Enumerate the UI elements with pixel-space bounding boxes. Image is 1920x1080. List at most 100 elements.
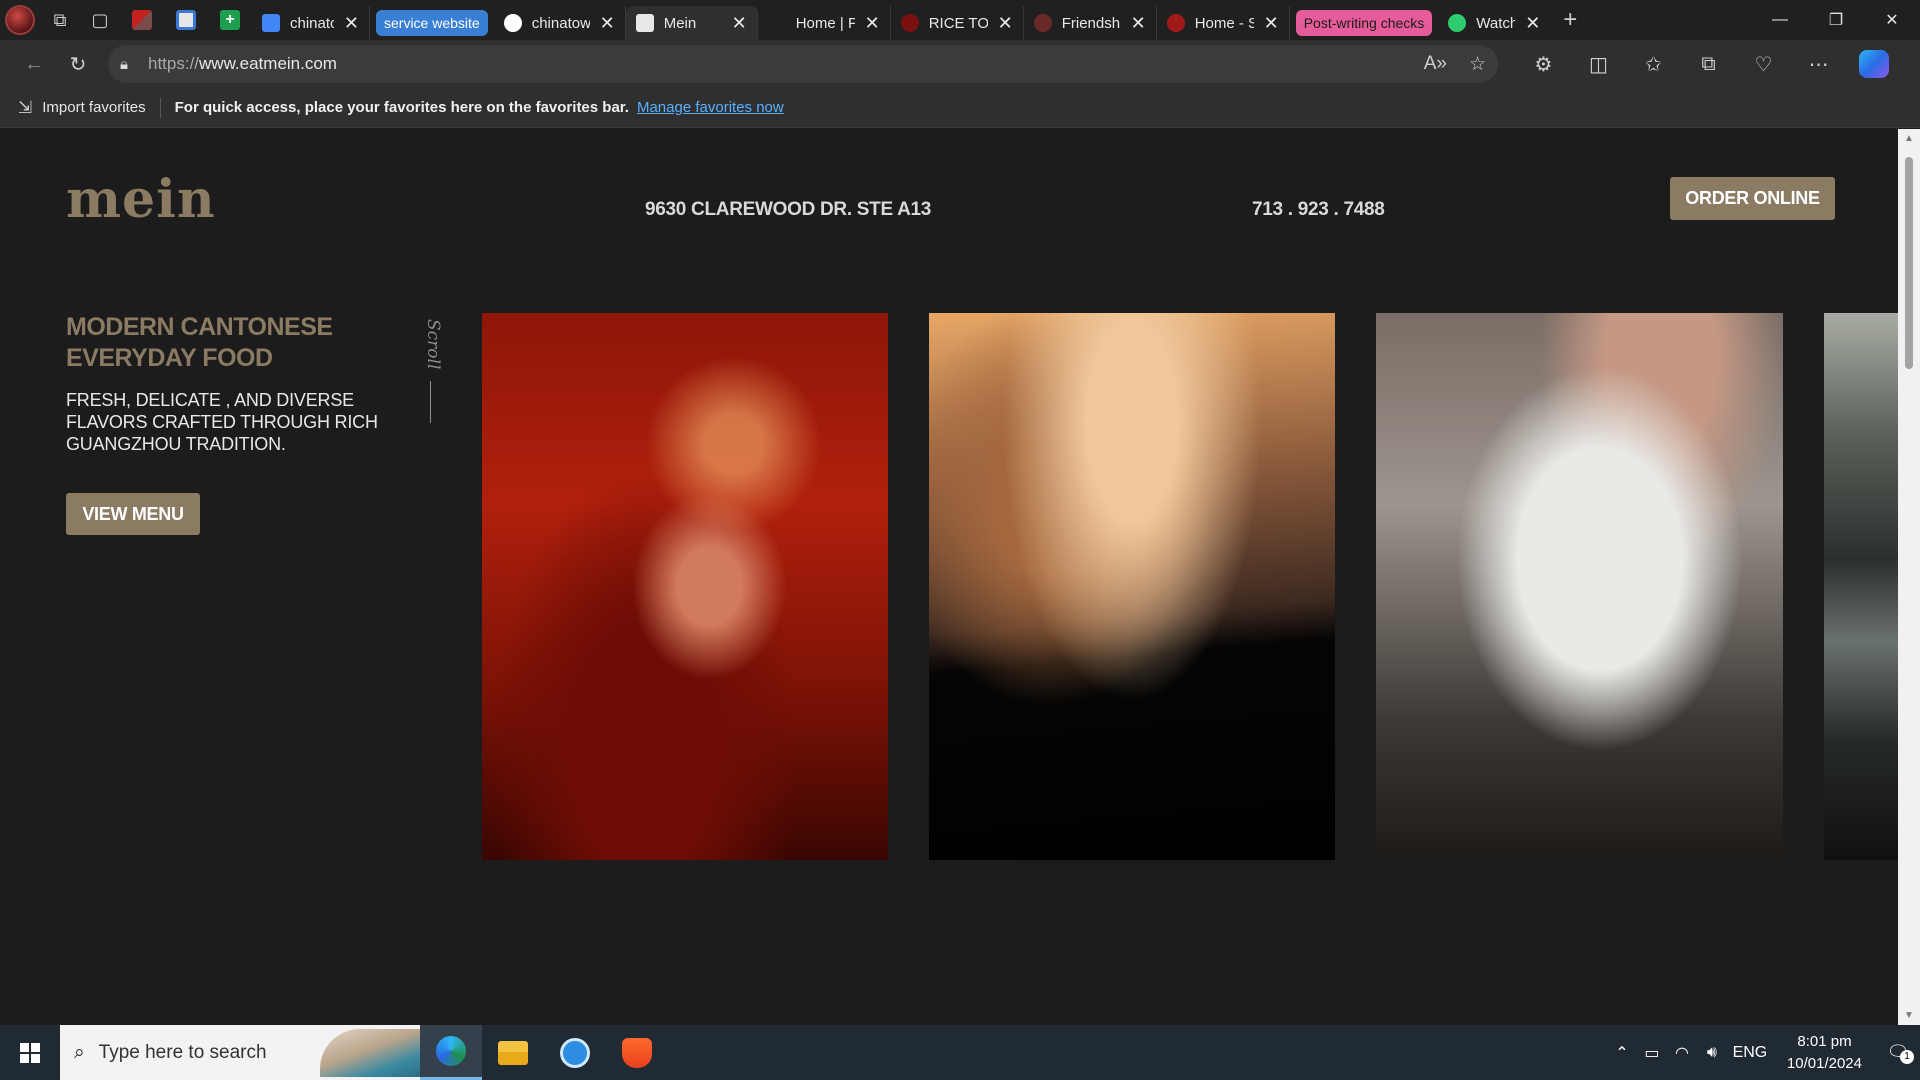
window-close-icon[interactable]: ✕ [1864, 0, 1920, 40]
scroll-up-arrow-icon[interactable]: ▲ [1898, 133, 1920, 144]
import-favorites-button[interactable]: ⇲ Import favorites [0, 98, 146, 118]
notification-center-icon[interactable]: 🗨︎ 1 [1876, 1042, 1920, 1064]
scroll-indicator: Scroll [415, 319, 445, 439]
taskbar-file-explorer[interactable] [482, 1025, 544, 1080]
taskbar-search-box[interactable]: ⌕ Type here to search [60, 1025, 420, 1080]
clock-date: 10/01/2024 [1786, 1054, 1862, 1072]
close-icon[interactable]: ✕ [344, 13, 359, 34]
close-icon[interactable]: ✕ [732, 13, 747, 34]
browser-toolbar: ← ↻ 🔒︎ https://www.eatmein.com A» ☆ ⚙ ◫ … [0, 40, 1920, 88]
restaurant-address[interactable]: 9630 CLAREWOOD DR. STE A13 [645, 199, 931, 221]
language-indicator[interactable]: ENG [1727, 1044, 1773, 1062]
site-favicon-icon [1033, 14, 1052, 32]
tab-rice-to[interactable]: RICE TO ✕ [891, 6, 1024, 40]
restore-icon[interactable]: ❐ [1808, 0, 1864, 40]
windows-taskbar: ⌕ Type here to search ⌃ ▭ ◠ 🔊︎ ENG 8:01 … [0, 1025, 1920, 1080]
import-icon: ⇲ [18, 97, 33, 117]
favorite-star-icon[interactable]: ☆ [1469, 53, 1486, 76]
site-favicon-icon [900, 14, 919, 32]
tab-chinatown-doc[interactable]: chinatown ✕ [252, 6, 370, 40]
hero-tagline: FRESH, DELICATE , AND DIVERSE FLAVORS CR… [66, 390, 378, 454]
brave-lion-icon [622, 1037, 652, 1068]
docs-icon [262, 14, 280, 32]
more-menu-icon[interactable]: ⋯ [1791, 44, 1846, 84]
close-icon[interactable]: ✕ [998, 13, 1013, 34]
tab-watch-transfer[interactable]: Watch Transfer ✕ [1438, 6, 1550, 40]
edge-icon [436, 1036, 466, 1066]
tab-group-service-website[interactable]: service website [376, 10, 488, 36]
lock-icon[interactable]: 🔒︎ [120, 56, 148, 73]
taskbar-brave[interactable] [606, 1025, 668, 1080]
site-favicon-icon [767, 14, 786, 32]
gallery-photo-restaurant-interior[interactable] [482, 313, 888, 860]
copilot-icon[interactable] [1846, 44, 1901, 84]
search-placeholder: Type here to search [98, 1041, 267, 1063]
taskbar-clock[interactable]: 8:01 pm 10/01/2024 [1787, 1031, 1862, 1075]
tab-friendship[interactable]: Friendship ✕ [1024, 6, 1157, 40]
favorites-divider [159, 97, 161, 118]
google-icon [503, 14, 522, 32]
sheets-plus-icon: + [220, 10, 240, 30]
gallery-photo-noodle-bowl[interactable] [1376, 313, 1783, 860]
windows-logo-icon [20, 1042, 40, 1063]
pinned-tab-gmail[interactable] [120, 0, 164, 40]
browser-tab-strip: ⧉ ▢ + chinatown ✕ service website chinat… [0, 0, 1920, 40]
url-text[interactable]: https://www.eatmein.com [148, 54, 1424, 74]
system-tray: ⌃ ▭ ◠ 🔊︎ ENG 8:01 pm 10/01/2024 🗨︎ 1 [1607, 1025, 1920, 1080]
wifi-icon[interactable]: ◠ [1667, 1043, 1697, 1063]
extensions-puzzle-icon[interactable]: ⚙ [1516, 44, 1571, 84]
start-button[interactable] [0, 1025, 60, 1080]
scroll-hint-line [430, 381, 431, 423]
favorites-list-icon[interactable]: ✩ [1626, 44, 1681, 84]
close-icon[interactable]: ✕ [1525, 13, 1540, 34]
order-online-button[interactable]: ORDER ONLINE [1670, 177, 1835, 220]
page-viewport: mein 9630 CLAREWOOD DR. STE A13 713 . 92… [5, 129, 1898, 1025]
close-icon[interactable]: ✕ [865, 13, 880, 34]
hero-headline: MODERN CANTONESE EVERYDAY FOOD [66, 313, 333, 372]
tab-actions-icon[interactable]: ▢ [80, 0, 120, 40]
favorites-bar: ⇲ Import favorites For quick access, pla… [0, 88, 1920, 128]
read-aloud-icon[interactable]: A» [1424, 53, 1447, 76]
clock-time: 8:01 pm [1797, 1032, 1852, 1050]
volume-icon[interactable]: 🔊︎ [1697, 1044, 1727, 1062]
tab-group-post-writing-checks[interactable]: Post-writing checks [1295, 10, 1433, 36]
pinned-tab-sheets[interactable]: + [208, 0, 252, 40]
tab-home-stoopinc[interactable]: Home - Stoopinc ✕ [1157, 6, 1290, 40]
close-icon[interactable]: ✕ [1131, 13, 1146, 34]
battery-icon[interactable]: ▭ [1637, 1043, 1667, 1063]
tab-list: + chinatown ✕ service website chinatown … [120, 0, 1752, 40]
gallery-photo-storefront[interactable] [1824, 313, 1898, 860]
restaurant-phone[interactable]: 713 . 923 . 7488 [1252, 199, 1385, 221]
pinned-tab-trello[interactable] [164, 0, 208, 40]
search-highlight-image [320, 1029, 420, 1077]
minimize-icon[interactable]: — [1752, 0, 1808, 40]
site-logo[interactable]: mein [66, 169, 216, 230]
manage-favorites-link[interactable]: Manage favorites now [637, 99, 784, 116]
scrollbar-thumb[interactable] [1905, 157, 1913, 369]
workspaces-icon[interactable]: ⧉ [40, 0, 80, 40]
taskbar-app-compass[interactable] [544, 1025, 606, 1080]
tab-chinatown-search[interactable]: chinatown ✕ [494, 6, 626, 40]
scroll-hint-label: Scroll [423, 319, 443, 370]
new-tab-plus-icon[interactable]: + [1550, 0, 1590, 40]
page-scrollbar[interactable]: ▲ ▼ [1898, 129, 1920, 1025]
tab-mein-active[interactable]: Mein ✕ [625, 6, 758, 40]
split-screen-icon[interactable]: ◫ [1571, 44, 1626, 84]
close-icon[interactable]: ✕ [1264, 13, 1279, 34]
address-bar[interactable]: 🔒︎ https://www.eatmein.com A» ☆ [108, 45, 1498, 83]
tab-home-pinkatea[interactable]: Home | Pinkatea ✕ [758, 6, 891, 40]
profile-button[interactable] [0, 0, 40, 40]
gallery-photo-wok-flame[interactable] [929, 313, 1335, 860]
site-favicon-icon [1166, 14, 1185, 32]
notification-count-badge: 1 [1900, 1050, 1914, 1064]
collections-icon[interactable]: ⧉ [1681, 44, 1736, 84]
refresh-icon[interactable]: ↻ [56, 44, 100, 84]
back-arrow-icon[interactable]: ← [12, 44, 56, 84]
view-menu-button[interactable]: VIEW MENU [66, 493, 200, 535]
browser-essentials-heart-icon[interactable]: ♡ [1736, 44, 1791, 84]
chevron-up-icon[interactable]: ⌃ [1607, 1043, 1637, 1063]
search-icon: ⌕ [74, 1041, 85, 1063]
close-icon[interactable]: ✕ [600, 13, 615, 34]
scroll-down-arrow-icon[interactable]: ▼ [1898, 1010, 1920, 1021]
taskbar-edge[interactable] [420, 1025, 482, 1080]
